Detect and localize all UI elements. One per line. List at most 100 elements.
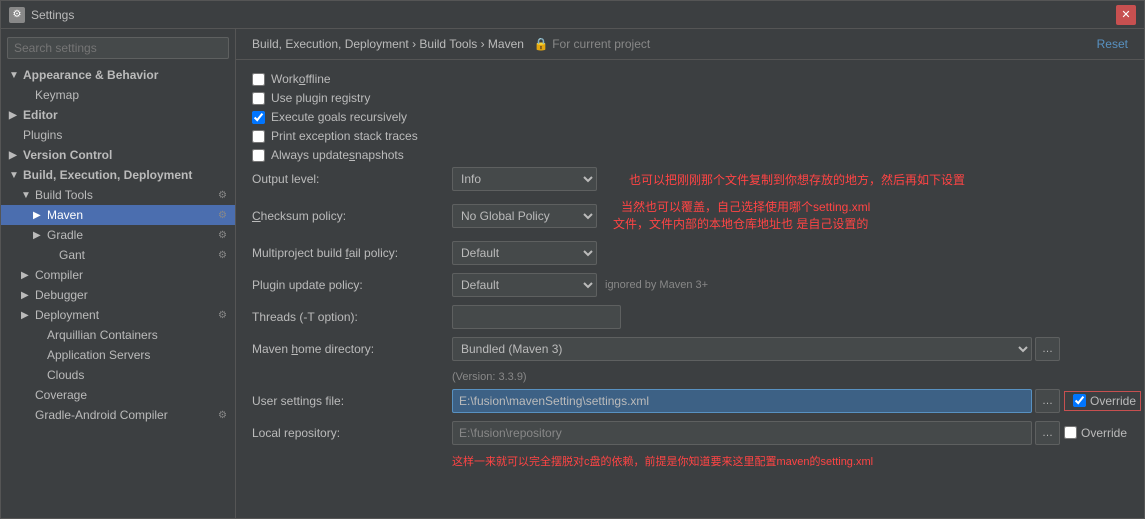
local-repo-override-input[interactable] (1064, 426, 1077, 439)
sidebar-item-debugger[interactable]: ▶ Debugger (1, 285, 235, 305)
breadcrumb-path: Build, Execution, Deployment › Build Too… (252, 37, 531, 51)
sidebar-item-label: Maven (47, 208, 218, 222)
execute-goals-checkbox[interactable]: Execute goals recursively (252, 110, 1128, 124)
override-box-1: Override (1064, 391, 1141, 411)
close-button[interactable]: ✕ (1116, 5, 1136, 25)
sidebar-item-arquillian[interactable]: Arquillian Containers (1, 325, 235, 345)
execute-goals-input[interactable] (252, 111, 265, 124)
output-level-select[interactable]: Info Debug Warning Error (452, 167, 597, 191)
use-plugin-registry-input[interactable] (252, 92, 265, 105)
sidebar-item-label: Arquillian Containers (47, 328, 227, 342)
annotation-1: 也可以把刚刚那个文件复制到你想存放的地方，然后再如下设置 (613, 171, 965, 188)
sidebar-item-label: Gant (59, 248, 218, 262)
maven-home-row: Maven home directory: Bundled (Maven 3) … (252, 337, 1128, 361)
sidebar-item-application-servers[interactable]: Application Servers (1, 345, 235, 365)
print-exception-input[interactable] (252, 130, 265, 143)
annotation-bottom: 这样一来就可以完全摆脱对c盘的依赖，前提是你知道要来这里配置maven的sett… (252, 453, 1128, 469)
sidebar-item-build-tools[interactable]: ▼ Build Tools ⚙ (1, 185, 235, 205)
sidebar-item-maven[interactable]: ▶ Maven ⚙ (1, 205, 235, 225)
settings-icon: ⚙ (218, 230, 227, 241)
settings-icon: ⚙ (218, 410, 227, 421)
ignored-label: ignored by Maven 3+ (605, 279, 708, 291)
sidebar-item-label: Version Control (23, 148, 227, 162)
always-update-checkbox[interactable]: Always update snapshots (252, 148, 1128, 162)
user-settings-override-checkbox[interactable]: Override (1073, 394, 1136, 408)
sidebar-item-deployment[interactable]: ▶ Deployment ⚙ (1, 305, 235, 325)
use-plugin-registry-checkbox[interactable]: Use plugin registry (252, 91, 1128, 105)
local-repo-browse-button[interactable]: … (1035, 421, 1060, 445)
settings-icon: ⚙ (218, 310, 227, 321)
local-repo-input[interactable] (452, 421, 1032, 445)
output-level-control: Info Debug Warning Error (452, 167, 597, 191)
user-settings-browse-button[interactable]: … (1035, 389, 1060, 413)
plugin-update-label: Plugin update policy: (252, 278, 452, 292)
sidebar-item-plugins[interactable]: Plugins (1, 125, 235, 145)
sidebar-item-compiler[interactable]: ▶ Compiler (1, 265, 235, 285)
output-level-row: Output level: Info Debug Warning Error 也… (252, 167, 1128, 191)
plugin-update-select[interactable]: Default Force Never (452, 273, 597, 297)
sidebar-item-gradle[interactable]: ▶ Gradle ⚙ (1, 225, 235, 245)
maven-home-label: Maven home directory: (252, 342, 452, 356)
main-content: ▼ Appearance & Behavior Keymap ▶ Editor … (1, 29, 1144, 518)
title-bar: ⚙ Settings ✕ (1, 1, 1144, 29)
maven-home-select[interactable]: Bundled (Maven 3) (452, 337, 1032, 361)
local-repo-override-checkbox[interactable]: Override (1064, 426, 1127, 440)
sidebar-item-coverage[interactable]: Coverage (1, 385, 235, 405)
sidebar-item-clouds[interactable]: Clouds (1, 365, 235, 385)
arrow-icon: ▶ (21, 270, 33, 281)
sidebar-item-label: Build Tools (35, 188, 218, 202)
checksum-policy-label: Checksum policy: (252, 209, 452, 223)
sidebar-item-appearance-behavior[interactable]: ▼ Appearance & Behavior (1, 65, 235, 85)
threads-control (452, 305, 621, 329)
user-settings-control: … Override (452, 389, 1141, 413)
user-settings-input[interactable] (452, 389, 1032, 413)
reset-button[interactable]: Reset (1097, 37, 1128, 51)
settings-icon: ⚙ (218, 190, 227, 201)
sidebar-item-label: Compiler (35, 268, 227, 282)
arrow-icon: ▶ (9, 150, 21, 161)
threads-input[interactable] (452, 305, 621, 329)
sidebar-item-editor[interactable]: ▶ Editor (1, 105, 235, 125)
search-input[interactable] (7, 37, 229, 59)
work-offline-checkbox[interactable]: Work offline (252, 72, 1128, 86)
output-level-label: Output level: (252, 172, 452, 186)
arrow-icon: ▶ (33, 210, 45, 221)
work-offline-input[interactable] (252, 73, 265, 86)
sidebar-item-gradle-android[interactable]: Gradle-Android Compiler ⚙ (1, 405, 235, 425)
arrow-icon: ▶ (21, 290, 33, 301)
plugin-update-control: Default Force Never (452, 273, 597, 297)
checksum-policy-control: No Global Policy Strict Warn (452, 204, 597, 228)
sidebar-item-keymap[interactable]: Keymap (1, 85, 235, 105)
multiproject-build-select[interactable]: Default Fail at End Never Fail (452, 241, 597, 265)
user-settings-override-input[interactable] (1073, 394, 1086, 407)
sidebar-item-label: Application Servers (47, 348, 227, 362)
arrow-icon: ▼ (9, 170, 21, 181)
maven-home-browse-button[interactable]: … (1035, 337, 1060, 361)
arrow-icon: ▼ (21, 190, 33, 201)
sidebar-item-gant[interactable]: Gant ⚙ (1, 245, 235, 265)
sidebar-item-label: Clouds (47, 368, 227, 382)
annotation-text-3: 这样一来就可以完全摆脱对c盘的依赖，前提是你知道要来这里配置maven的sett… (452, 456, 873, 468)
user-settings-row: User settings file: … Override (252, 389, 1128, 413)
title-bar-text: Settings (31, 8, 1116, 22)
local-repo-row: Local repository: … Override (252, 421, 1128, 445)
annotation-text-2: 当然也可以覆盖，自己选择使用哪个setting.xml 文件，文件内部的本地仓库… (613, 200, 870, 231)
print-exception-checkbox[interactable]: Print exception stack traces (252, 129, 1128, 143)
sidebar-item-build-execution[interactable]: ▼ Build, Execution, Deployment (1, 165, 235, 185)
breadcrumb-bar: Build, Execution, Deployment › Build Too… (236, 29, 1144, 60)
threads-label: Threads (-T option): (252, 310, 452, 324)
arrow-icon: ▶ (21, 310, 33, 321)
maven-home-control: Bundled (Maven 3) … (452, 337, 1060, 361)
sidebar-item-version-control[interactable]: ▶ Version Control (1, 145, 235, 165)
settings-form: Work offline Use plugin registry Execute… (236, 60, 1144, 481)
sidebar: ▼ Appearance & Behavior Keymap ▶ Editor … (1, 29, 236, 518)
arrow-icon: ▶ (9, 110, 21, 121)
sidebar-item-label: Keymap (35, 88, 227, 102)
checksum-policy-select[interactable]: No Global Policy Strict Warn (452, 204, 597, 228)
settings-icon: ⚙ (218, 250, 227, 261)
threads-row: Threads (-T option): (252, 305, 1128, 329)
always-update-input[interactable] (252, 149, 265, 162)
multiproject-build-row: Multiproject build fail policy: Default … (252, 241, 1128, 265)
annotation-text-1: 也可以把刚刚那个文件复制到你想存放的地方，然后再如下设置 (629, 173, 965, 187)
for-project-label: 🔒 For current project (534, 37, 650, 51)
